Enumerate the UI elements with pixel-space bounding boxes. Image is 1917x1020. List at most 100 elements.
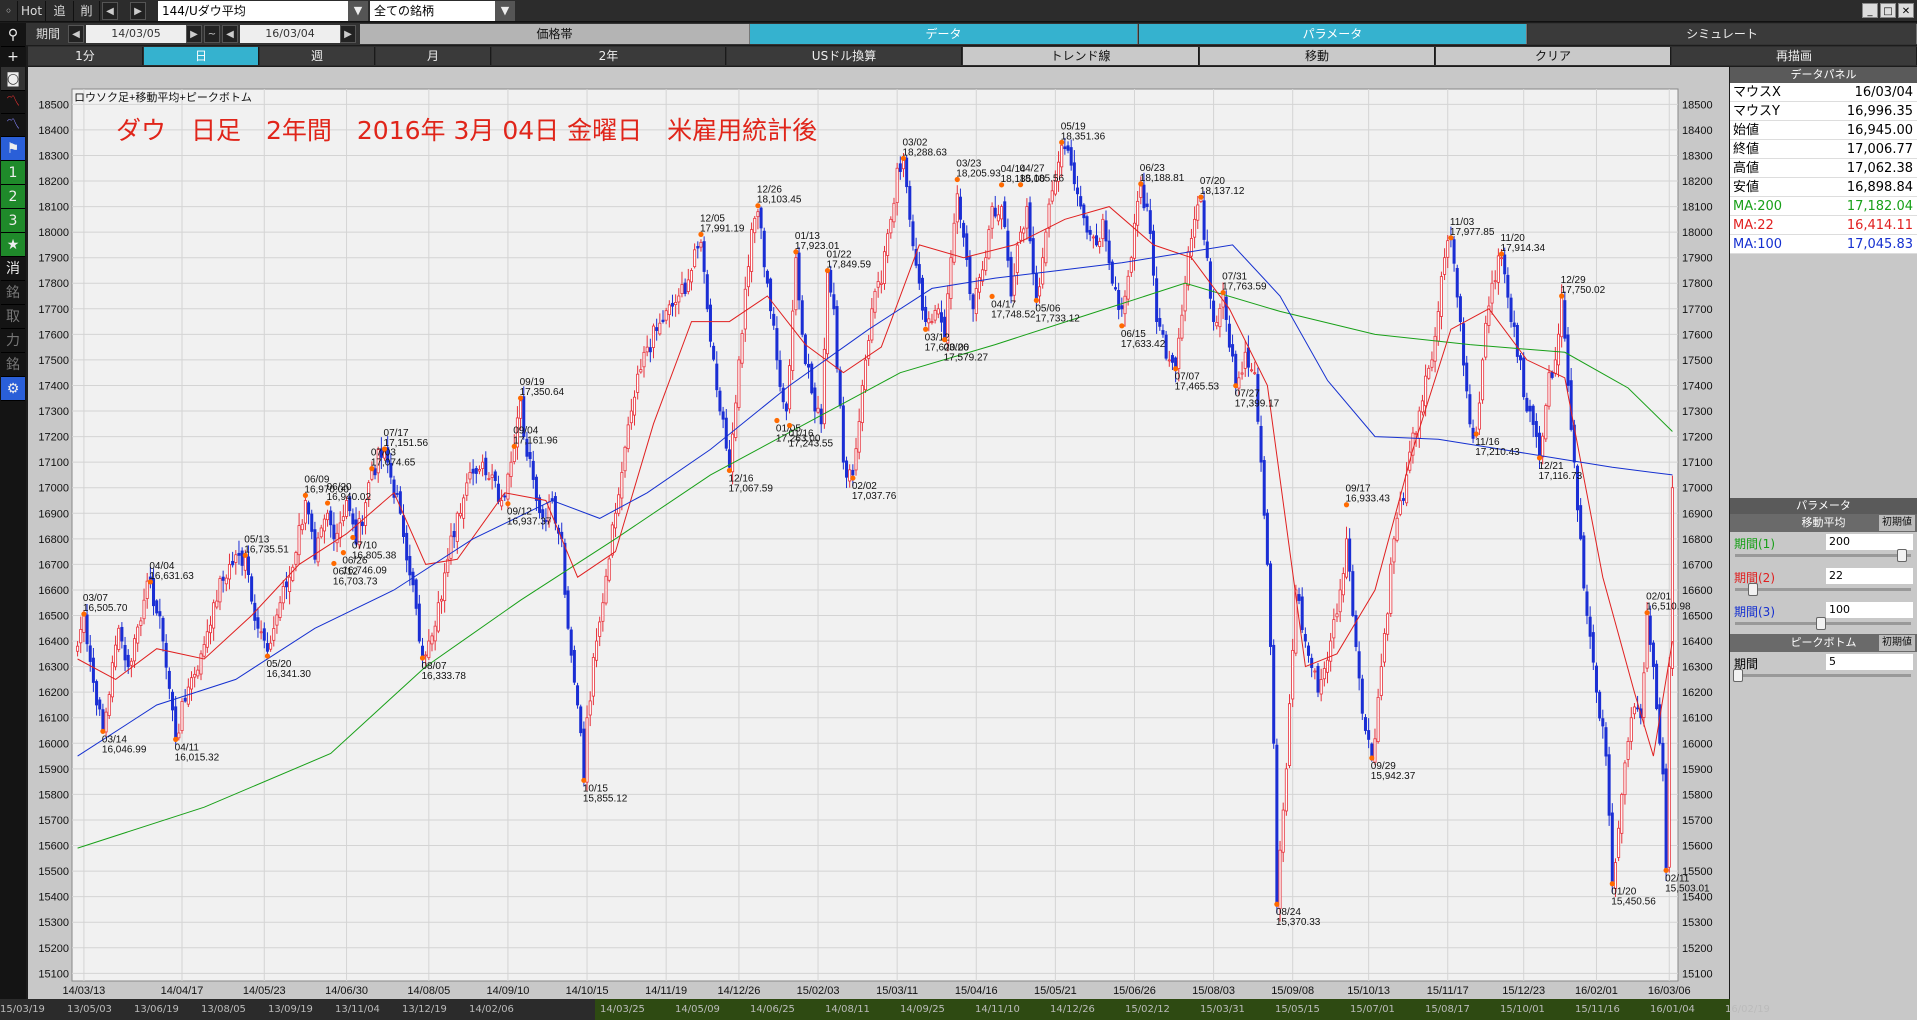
- ma-slider-knob[interactable]: [1897, 549, 1908, 562]
- ma-slider-knob[interactable]: [1747, 583, 1758, 596]
- slot-1-button[interactable]: 1: [1, 161, 25, 185]
- ma-slider-track[interactable]: [1735, 588, 1911, 591]
- candle-body: [174, 706, 178, 739]
- next-icon[interactable]: ▶: [130, 2, 146, 20]
- start-prev-icon[interactable]: ◀: [68, 25, 84, 43]
- candle-body: [1098, 241, 1102, 247]
- camera-icon[interactable]: ◙: [1, 67, 25, 91]
- redraw-button[interactable]: 再描画: [1672, 47, 1917, 65]
- chart-area[interactable]: 15100 15100 15200 15200 15300 15300 15400 15400…: [28, 67, 1729, 999]
- slot-2-button[interactable]: 2: [1, 185, 25, 209]
- ma-period-input[interactable]: 100: [1826, 602, 1913, 618]
- candle-body: [1506, 274, 1510, 298]
- tab-simulate[interactable]: シミュレート: [1528, 24, 1917, 44]
- candle-body: [1420, 400, 1424, 413]
- y-tick-label-right: 15700: [1682, 815, 1713, 827]
- move-button[interactable]: 移動: [1200, 47, 1435, 65]
- ma-reset-button[interactable]: 初期値: [1879, 515, 1915, 531]
- tab-parameter[interactable]: パラメータ: [1139, 24, 1527, 44]
- range-1min[interactable]: 1分: [28, 47, 143, 65]
- peak-slider-track[interactable]: [1735, 674, 1911, 677]
- candle-body: [800, 300, 804, 335]
- candle-body: [468, 471, 472, 480]
- candle-body: [746, 266, 750, 288]
- peak-reset-button[interactable]: 初期値: [1879, 635, 1915, 651]
- timeline-label: 14/09/25: [900, 1004, 945, 1015]
- candle-body: [835, 306, 839, 369]
- candle-body: [1591, 632, 1595, 663]
- range-2year[interactable]: 2年: [492, 47, 726, 65]
- ma-slider-knob[interactable]: [1816, 617, 1826, 630]
- candle-body: [1626, 740, 1630, 760]
- search-icon[interactable]: ⚲: [1, 23, 25, 47]
- start-next-icon[interactable]: ▶: [186, 25, 202, 43]
- flag-icon[interactable]: ⚑: [1, 137, 25, 161]
- gear-icon[interactable]: ⚙: [1, 377, 25, 401]
- y-tick-label-right: 18100: [1682, 202, 1713, 214]
- timeline-scrollbar[interactable]: 15/03/19 13/05/03 13/06/19 13/08/05 13/09/19…: [0, 999, 1770, 1020]
- maximize-icon[interactable]: □: [1880, 3, 1896, 18]
- peak-period-input[interactable]: 5: [1826, 654, 1913, 670]
- brand2-button[interactable]: 銘: [1, 353, 25, 377]
- candle-body: [1297, 594, 1301, 601]
- scope-dropdown-icon[interactable]: ▼: [495, 1, 515, 21]
- candle-body: [503, 495, 507, 498]
- candle-body: [601, 602, 605, 622]
- candle-body: [1465, 362, 1469, 392]
- ma-period-input[interactable]: 200: [1826, 534, 1913, 550]
- start-date-input[interactable]: 14/03/05: [86, 25, 186, 43]
- symbol-dropdown-icon[interactable]: ▼: [348, 1, 368, 21]
- erase-button[interactable]: 消: [1, 257, 25, 281]
- end-prev-icon[interactable]: ◀: [222, 25, 238, 43]
- peak-slider-knob[interactable]: [1733, 669, 1743, 682]
- clear-button[interactable]: クリア: [1436, 47, 1671, 65]
- candle-body: [1259, 425, 1263, 463]
- candle-body: [427, 640, 431, 659]
- range-day[interactable]: 日: [144, 47, 259, 65]
- close-icon[interactable]: ✕: [1898, 3, 1914, 18]
- slot-3-button[interactable]: 3: [1, 209, 25, 233]
- add-button[interactable]: 追: [46, 1, 74, 21]
- prev-icon[interactable]: ◀: [102, 2, 118, 20]
- crosshair-icon[interactable]: +: [1, 45, 25, 69]
- star-icon[interactable]: ★: [1, 233, 25, 257]
- range-week[interactable]: 週: [260, 47, 375, 65]
- candle-body: [1484, 322, 1488, 358]
- candle-body: [1398, 500, 1402, 515]
- ma-period-input[interactable]: 22: [1826, 568, 1913, 584]
- end-next-icon[interactable]: ▶: [340, 25, 356, 43]
- candle-body: [408, 556, 412, 576]
- datapanel-row: MA:22 16,414.11: [1730, 216, 1917, 235]
- chart-icon[interactable]: 〽: [1, 90, 25, 114]
- tab-data[interactable]: データ: [750, 24, 1138, 44]
- brand-button[interactable]: 銘: [1, 281, 25, 305]
- candle-body: [189, 677, 194, 690]
- candle-body: [886, 233, 890, 256]
- candle-body: [1360, 678, 1364, 714]
- input-button[interactable]: 力: [1, 329, 25, 353]
- minimize-icon[interactable]: _: [1862, 3, 1878, 18]
- datapanel-value: 16,898.84: [1846, 180, 1913, 195]
- scope-select[interactable]: 全ての銘柄: [370, 1, 495, 21]
- tab-price-band[interactable]: 価格帯: [360, 24, 750, 44]
- chart-compare-icon[interactable]: 〽: [1, 113, 25, 137]
- ma-slider-track[interactable]: [1735, 554, 1911, 557]
- candlestick-chart[interactable]: 15100 1510015200 1520015300 1530015400 15400…: [28, 67, 1729, 999]
- trade-button[interactable]: 取: [1, 305, 25, 329]
- y-tick-label-left: 17300: [38, 406, 69, 418]
- delete-button[interactable]: 削: [74, 1, 100, 21]
- bulb-icon[interactable]: ◦: [0, 1, 18, 21]
- candle-body: [1288, 703, 1292, 766]
- trendline-button[interactable]: トレンド線: [963, 47, 1199, 65]
- end-date-input[interactable]: 16/03/04: [240, 25, 340, 43]
- usd-convert-button[interactable]: USドル換算: [727, 47, 962, 65]
- candle-body: [332, 524, 336, 540]
- range-month[interactable]: 月: [376, 47, 491, 65]
- candle-body: [1582, 535, 1586, 589]
- symbol-select[interactable]: 144/Uダウ平均: [158, 1, 348, 21]
- tilde-button[interactable]: ~: [204, 25, 220, 43]
- candle-body: [1158, 318, 1162, 327]
- left-sidebar: ⚲ + ◙ 〽 〽 ⚑ 1 2 3 ★ 消 銘 取 力 銘 ⚙: [0, 23, 26, 1020]
- candle-body: [769, 278, 773, 312]
- hot-button[interactable]: Hot: [18, 1, 46, 21]
